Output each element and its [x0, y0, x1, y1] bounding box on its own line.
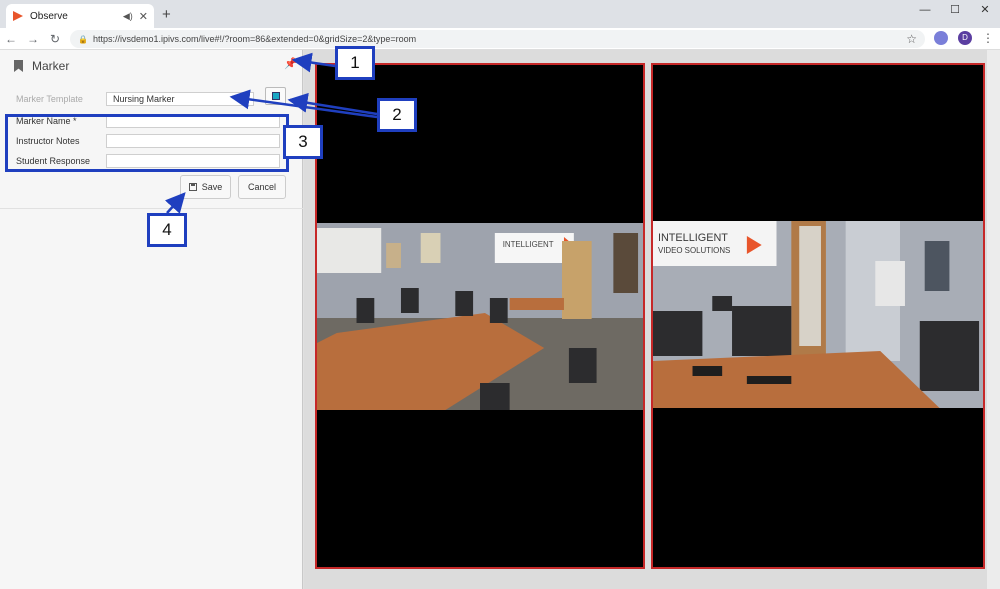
marker-template-row: Marker Template Nursing Marker: [0, 91, 303, 107]
sign-text-right-2: VIDEO SOLUTIONS: [658, 246, 730, 255]
marker-template-select[interactable]: Nursing Marker: [106, 92, 254, 106]
browser-tabstrip: Observe ◀) ✕ + — ☐ ✕: [0, 0, 1000, 28]
color-swatch: [272, 92, 280, 100]
marker-template-label: Marker Template: [16, 94, 83, 104]
panel-title: Marker: [32, 59, 70, 73]
browser-toolbar: ← → ↻ 🔒 https://ivsdemo1.ipivs.com/live#…: [0, 28, 1000, 50]
video-tile-left[interactable]: INTELLIGENT: [315, 63, 645, 569]
lock-icon: 🔒: [78, 34, 88, 44]
extension-icon[interactable]: [934, 31, 948, 45]
maximize-icon[interactable]: ☐: [940, 0, 970, 28]
save-icon: [188, 183, 197, 191]
minimize-icon[interactable]: —: [910, 0, 940, 28]
camera-feed-right: INTELLIGENT VIDEO SOLUTIONS: [653, 221, 983, 408]
url-text: https://ivsdemo1.ipivs.com/live#!/?room=…: [92, 34, 417, 44]
video-tile-right[interactable]: INTELLIGENT VIDEO SOLUTIONS: [651, 63, 985, 569]
right-toolbar-strip: [987, 50, 1000, 589]
panel-header: Marker: [0, 50, 302, 82]
camera-feed-left: INTELLIGENT: [317, 223, 643, 410]
save-button[interactable]: Save: [180, 175, 231, 199]
sign-text-left: INTELLIGENT: [503, 240, 554, 249]
address-bar[interactable]: 🔒 https://ivsdemo1.ipivs.com/live#!/?roo…: [70, 30, 925, 48]
new-tab-button[interactable]: +: [162, 6, 171, 23]
callout-3: 3: [283, 125, 323, 159]
color-picker-button[interactable]: [265, 87, 286, 105]
audio-icon[interactable]: ◀): [123, 11, 133, 22]
bookmark-star-icon[interactable]: ☆: [906, 32, 917, 46]
sign-text-right-1: INTELLIGENT: [658, 232, 728, 244]
panel-divider: [0, 208, 303, 209]
back-icon[interactable]: ←: [0, 32, 22, 46]
bookmark-icon: [14, 60, 23, 72]
pin-icon[interactable]: 📌: [284, 57, 298, 70]
callout-4: 4: [147, 213, 187, 247]
profile-avatar[interactable]: D: [958, 31, 972, 45]
browser-tab[interactable]: Observe ◀) ✕: [6, 4, 154, 28]
window-controls: — ☐ ✕: [910, 0, 1000, 28]
close-tab-icon[interactable]: ✕: [139, 10, 148, 23]
cancel-button[interactable]: Cancel: [238, 175, 286, 199]
tab-title: Observe: [30, 10, 68, 22]
observe-logo-icon: [13, 11, 23, 21]
annotation-box-fields: [5, 114, 289, 172]
callout-1: 1: [335, 46, 375, 80]
callout-2: 2: [377, 98, 417, 132]
forward-icon[interactable]: →: [22, 32, 44, 46]
close-window-icon[interactable]: ✕: [970, 0, 1000, 28]
reload-icon[interactable]: ↻: [44, 32, 66, 46]
browser-menu-icon[interactable]: ⋮: [982, 31, 994, 45]
